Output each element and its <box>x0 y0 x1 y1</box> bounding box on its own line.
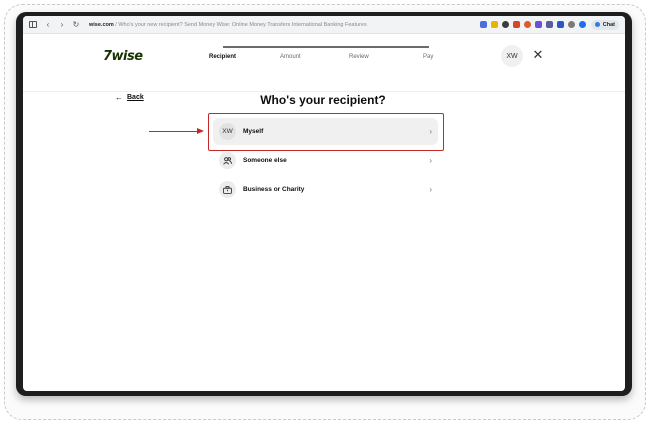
browser-window: ‹ › ↻ wise.com / Who's your new recipien… <box>23 16 625 391</box>
extension-icon[interactable] <box>523 21 531 28</box>
step-review: Review <box>349 54 369 60</box>
option-label: Business or Charity <box>243 186 305 193</box>
extension-icon[interactable] <box>490 21 498 28</box>
people-icon <box>219 152 236 169</box>
url-title: / Who's your new recipient? Send Money W… <box>113 21 367 28</box>
back-nav-icon[interactable]: ‹ <box>43 20 53 30</box>
annotation-arrow-head <box>197 128 204 134</box>
url-domain: wise.com <box>89 21 114 28</box>
chat-icon <box>594 22 600 27</box>
extension-icon[interactable] <box>479 21 487 28</box>
extension-icons: Chat <box>476 19 619 30</box>
sidebar-toggle-icon[interactable] <box>29 21 37 28</box>
chevron-right-icon: › <box>429 185 432 194</box>
briefcase-icon <box>219 181 236 198</box>
chat-button[interactable]: Chat <box>590 19 619 30</box>
browser-toolbar: ‹ › ↻ wise.com / Who's your new recipien… <box>23 16 625 34</box>
annotation-highlight-box <box>208 113 444 151</box>
annotation-arrow-line <box>149 131 199 132</box>
extension-icon[interactable] <box>578 21 586 28</box>
extension-icon[interactable] <box>534 21 542 28</box>
flow-header: 7wise Recipient Amount Review Pay XW ✕ <box>23 34 625 92</box>
extension-icon[interactable] <box>512 21 520 28</box>
account-avatar[interactable]: XW <box>501 45 523 67</box>
page-title: Who's your recipient? <box>260 93 386 107</box>
step-amount: Amount <box>280 54 301 60</box>
progress-track <box>223 45 429 48</box>
recipient-option-business[interactable]: Business or Charity › <box>213 176 438 203</box>
back-link[interactable]: ← Back <box>115 93 144 102</box>
close-icon[interactable]: ✕ <box>531 45 545 65</box>
wise-logo[interactable]: 7wise <box>103 49 143 64</box>
recipient-option-someone-else[interactable]: Someone else › <box>213 147 438 174</box>
back-label: Back <box>127 94 144 101</box>
progress-fill <box>223 45 429 48</box>
forward-nav-icon[interactable]: › <box>57 20 67 30</box>
step-pay: Pay <box>423 54 434 60</box>
address-bar[interactable]: wise.com / Who's your new recipient? Sen… <box>89 22 367 28</box>
extension-icon[interactable] <box>545 21 553 28</box>
extension-icon[interactable] <box>501 21 509 28</box>
extension-icon[interactable] <box>556 21 564 28</box>
reload-icon[interactable]: ↻ <box>71 20 81 30</box>
arrow-left-icon: ← <box>115 93 123 102</box>
chat-label: Chat <box>602 21 615 28</box>
extension-icon[interactable] <box>567 21 575 28</box>
option-label: Someone else <box>243 157 287 164</box>
chevron-right-icon: › <box>429 156 432 165</box>
step-recipient: Recipient <box>209 54 237 60</box>
